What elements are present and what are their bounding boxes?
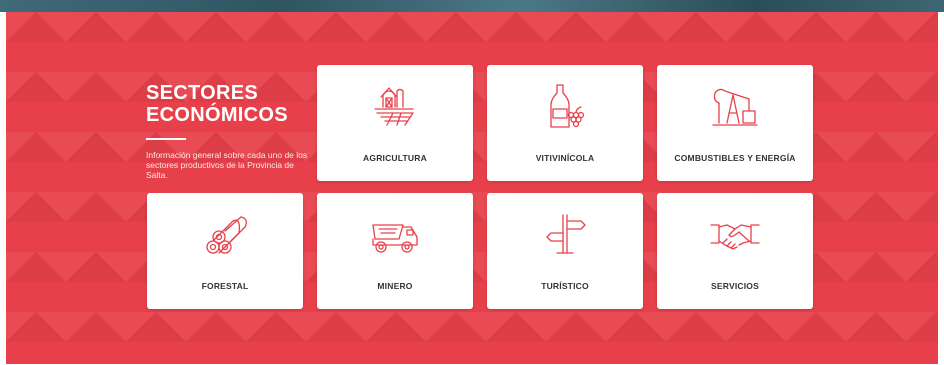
sector-card-forestal[interactable]: FORESTAL [147, 193, 303, 309]
mining-truck-icon [369, 211, 421, 259]
logs-icon [199, 211, 251, 259]
title-underline [146, 138, 186, 140]
handshake-icon [709, 211, 761, 259]
sectores-section: SECTORES ECONÓMICOS Información general … [6, 12, 938, 364]
wine-grapes-icon [539, 83, 591, 131]
barn-icon [369, 83, 421, 131]
sector-card-vitivinicola[interactable]: VITIVINÍCOLA [487, 65, 643, 181]
section-title: SECTORES ECONÓMICOS [146, 82, 288, 126]
sector-label: TURÍSTICO [541, 281, 589, 291]
oil-pump-icon [709, 83, 761, 131]
section-description: Información general sobre cada uno de lo… [146, 150, 308, 180]
sector-label: VITIVINÍCOLA [535, 153, 595, 163]
sector-label: AGRICULTURA [363, 153, 427, 163]
sector-label: FORESTAL [201, 281, 249, 291]
hero-image-edge [0, 0, 944, 12]
sector-card-agricultura[interactable]: AGRICULTURA [317, 65, 473, 181]
sector-card-minero[interactable]: MINERO [317, 193, 473, 309]
sector-card-combustibles-energia[interactable]: COMBUSTIBLES Y ENERGÍA [657, 65, 813, 181]
sector-label: SERVICIOS [711, 281, 759, 291]
sector-label: MINERO [377, 281, 413, 291]
sector-card-turistico[interactable]: TURÍSTICO [487, 193, 643, 309]
sector-card-servicios[interactable]: SERVICIOS [657, 193, 813, 309]
signpost-icon [539, 211, 591, 259]
section-intro: SECTORES ECONÓMICOS Información general … [146, 82, 316, 180]
sector-label: COMBUSTIBLES Y ENERGÍA [674, 153, 796, 163]
page: SECTORES ECONÓMICOS Información general … [0, 0, 944, 365]
